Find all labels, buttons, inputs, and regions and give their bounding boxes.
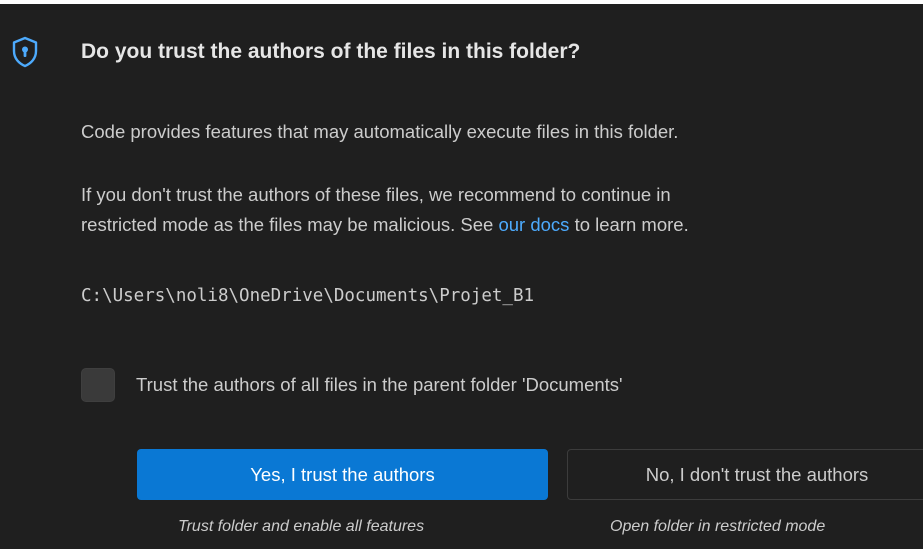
trust-parent-folder-checkbox[interactable]: [81, 368, 115, 402]
dialog-message-restricted: If you don't trust the authors of these …: [81, 180, 689, 240]
dialog-message-line-2-end: to learn more.: [569, 214, 689, 235]
dont-trust-authors-button[interactable]: No, I don't trust the authors: [567, 449, 923, 500]
trust-parent-folder-label[interactable]: Trust the authors of all files in the pa…: [136, 374, 623, 396]
dialog-message-execute: Code provides features that may automati…: [81, 121, 679, 142]
trust-authors-caption: Trust folder and enable all features: [178, 518, 425, 535]
trust-authors-button[interactable]: Yes, I trust the authors: [137, 449, 548, 500]
dont-trust-authors-caption: Open folder in restricted mode: [610, 518, 826, 535]
shield-lock-icon: [10, 36, 40, 68]
folder-path: C:\Users\noli8\OneDrive\Documents\Projet…: [81, 286, 535, 306]
dialog-title: Do you trust the authors of the files in…: [81, 40, 581, 63]
our-docs-link[interactable]: our docs: [498, 214, 569, 235]
dialog-message-line-1: If you don't trust the authors of these …: [81, 184, 671, 205]
workspace-trust-dialog: Do you trust the authors of the files in…: [0, 4, 923, 549]
dialog-message-line-2: restricted mode as the files may be mali…: [81, 210, 689, 240]
dialog-message-line-2-start: restricted mode as the files may be mali…: [81, 214, 499, 235]
